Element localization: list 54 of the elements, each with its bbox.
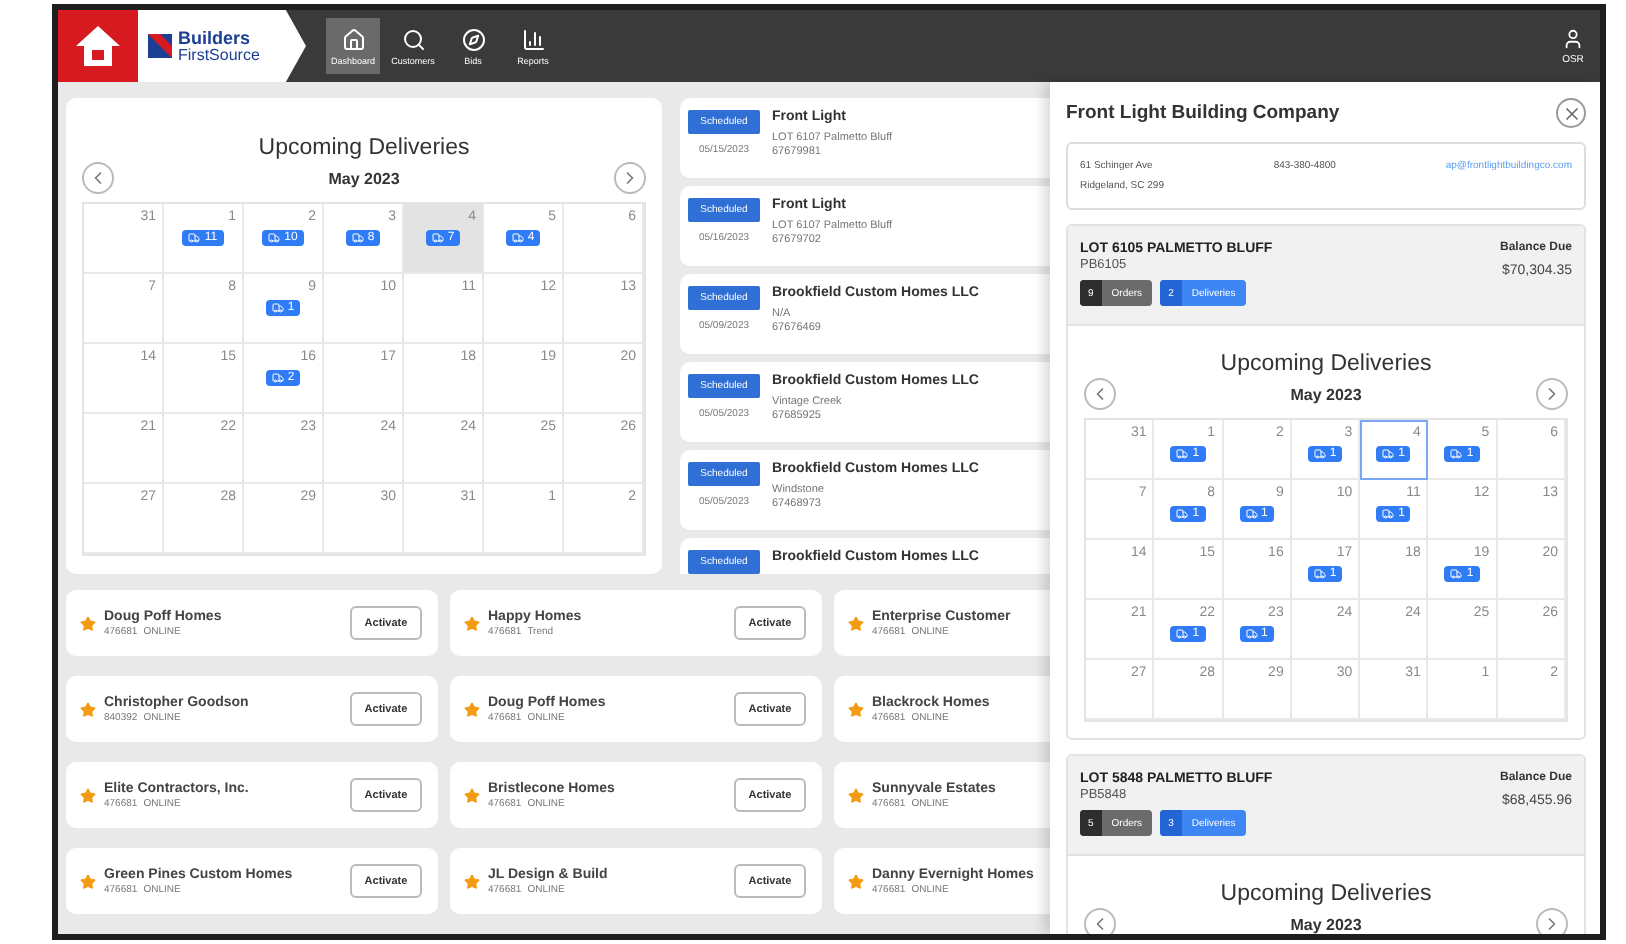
logo-icon (148, 34, 172, 58)
previous-month-button[interactable] (1084, 378, 1116, 410)
previous-month-button[interactable] (82, 162, 114, 194)
truck-icon (271, 302, 284, 314)
truck-icon (1313, 568, 1326, 580)
calendar-month: May 2023 (1290, 386, 1362, 404)
brand-name: Builders (178, 29, 253, 47)
truck-icon (1176, 448, 1189, 460)
bar-chart-icon (521, 27, 545, 51)
star-icon[interactable] (80, 701, 96, 717)
star-icon[interactable] (848, 873, 864, 889)
calendar-title: Upcoming Deliveries (1220, 352, 1432, 376)
search-icon (401, 27, 425, 51)
house-icon (74, 22, 122, 70)
truck-icon (431, 232, 444, 244)
star-icon[interactable] (464, 701, 480, 717)
truck-icon (188, 232, 201, 244)
star-icon[interactable] (848, 787, 864, 803)
home-icon (341, 27, 365, 51)
next-month-button[interactable] (614, 162, 646, 194)
truck-icon (1245, 508, 1258, 520)
star-icon[interactable] (464, 873, 480, 889)
drawer-title: Front Light Building Company (1066, 102, 1340, 124)
calendar-month: May 2023 (328, 170, 400, 188)
calendar-title: Upcoming Deliveries (258, 136, 470, 160)
truck-icon (1245, 628, 1258, 640)
truck-icon (1382, 448, 1395, 460)
user-icon (1562, 27, 1584, 49)
star-icon[interactable] (80, 873, 96, 889)
next-month-button[interactable] (1536, 378, 1568, 410)
star-icon[interactable] (464, 787, 480, 803)
truck-icon (351, 232, 364, 244)
truck-icon (1176, 628, 1189, 640)
truck-icon (1382, 508, 1395, 520)
truck-icon (1313, 448, 1326, 460)
star-icon[interactable] (848, 615, 864, 631)
truck-icon (1450, 448, 1463, 460)
star-icon[interactable] (80, 787, 96, 803)
calendar-month: May 2023 (1290, 916, 1362, 934)
previous-month-button[interactable] (1084, 908, 1116, 934)
star-icon[interactable] (848, 701, 864, 717)
next-month-button[interactable] (1536, 908, 1568, 934)
close-button[interactable] (1556, 98, 1586, 128)
truck-icon (271, 372, 284, 384)
truck-icon (511, 232, 524, 244)
compass-icon (461, 27, 485, 51)
calendar-title: Upcoming Deliveries (1220, 882, 1432, 906)
brand-name: FirstSource (178, 47, 260, 63)
truck-icon (1450, 568, 1463, 580)
truck-icon (268, 232, 281, 244)
close-icon (1561, 103, 1581, 123)
truck-icon (1176, 508, 1189, 520)
star-icon[interactable] (80, 615, 96, 631)
star-icon[interactable] (464, 615, 480, 631)
